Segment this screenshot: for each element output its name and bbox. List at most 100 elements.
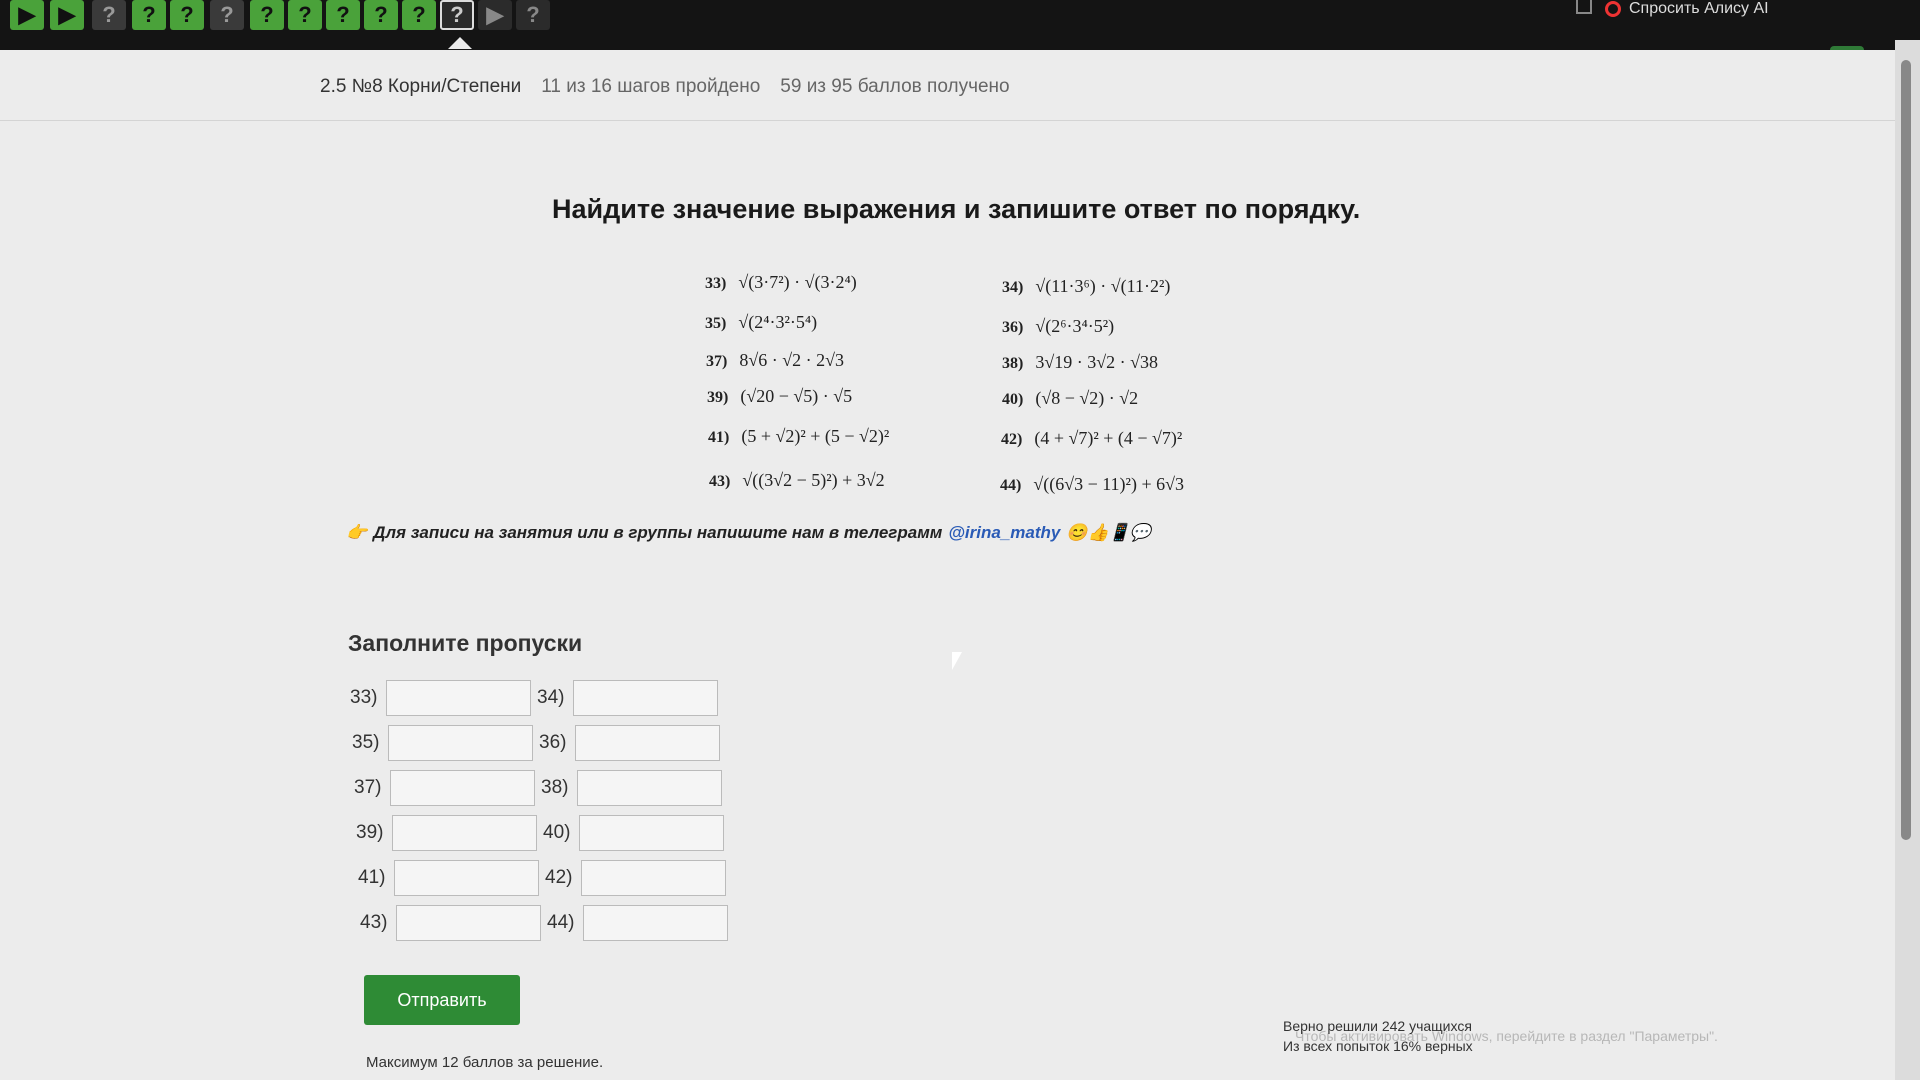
steps-progress: 11 из 16 шагов пройдено — [541, 76, 761, 97]
answer-input-43[interactable] — [396, 905, 541, 941]
answer-input-34[interactable] — [573, 680, 718, 716]
problem-number: 38) — [1002, 355, 1024, 372]
answer-input-35[interactable] — [388, 725, 533, 761]
problem-expression: (5 + √2)² + (5 − √2)² — [741, 426, 890, 446]
answer-label-37: 37) — [354, 777, 382, 798]
problem-expression: 3√19 · 3√2 · √38 — [1035, 352, 1158, 372]
step-3[interactable]: ? — [92, 0, 126, 30]
scrollbar-thumb[interactable] — [1901, 60, 1911, 840]
step-16[interactable]: ? — [516, 0, 550, 30]
telegram-link[interactable]: @irina_mathy — [948, 523, 1060, 543]
pointing-hand-icon: 👉 — [346, 523, 368, 542]
ask-alice-label: Спросить Алису AI — [1629, 0, 1769, 17]
answer-label-36: 36) — [539, 732, 567, 753]
fill-section-title: Заполните пропуски — [348, 630, 583, 656]
problem-35: 35) √(2⁴·3²·5⁴) — [705, 312, 817, 333]
step-play-2[interactable]: ▶ — [50, 0, 84, 30]
problem-40: 40) (√8 − √2) · √2 — [1002, 388, 1138, 409]
problem-36: 36) √(2⁶·3⁴·5²) — [1002, 316, 1114, 337]
solve-stats: Верно решили 242 учащихся Из всех попыто… — [1283, 1016, 1473, 1056]
problem-expression: (√20 − √5) · √5 — [740, 386, 853, 406]
step-8[interactable]: ? — [288, 0, 322, 30]
success-rate: Из всех попыток 16% верных — [1283, 1038, 1473, 1054]
answer-label-38: 38) — [541, 777, 569, 798]
solved-count: Верно решили 242 учащихся — [1283, 1018, 1472, 1034]
answer-row-37-38: 37) 38) — [354, 770, 728, 806]
answer-label-44: 44) — [547, 912, 575, 933]
problem-expression: √(11·3⁶) · √(11·2²) — [1035, 276, 1171, 296]
telegram-note: 👉 Для записи на занятия или в группы нап… — [346, 523, 1151, 543]
problem-44: 44) √((6√3 − 11)²) + 6√3 — [1000, 474, 1184, 495]
answer-label-39: 39) — [356, 822, 384, 843]
bookmark-icon[interactable] — [1576, 0, 1592, 14]
problem-expression: 8√6 · √2 · 2√3 — [739, 350, 844, 370]
task-title: Найдите значение выражения и запишите от… — [552, 194, 1361, 224]
answer-label-42: 42) — [545, 867, 573, 888]
emoji-icons: 😊👍📱💬 — [1066, 523, 1152, 542]
breadcrumb: 2.5 №8 Корни/Степени 11 из 16 шагов прой… — [320, 76, 1010, 98]
answer-input-37[interactable] — [390, 770, 535, 806]
alice-icon — [1605, 1, 1621, 17]
problem-37: 37) 8√6 · √2 · 2√3 — [706, 350, 844, 371]
problem-expression: (√8 − √2) · √2 — [1035, 388, 1139, 408]
step-4[interactable]: ? — [132, 0, 166, 30]
problem-number: 36) — [1002, 319, 1024, 336]
problem-34: 34) √(11·3⁶) · √(11·2²) — [1002, 276, 1170, 297]
step-5[interactable]: ? — [170, 0, 204, 30]
problem-expression: √((6√3 − 11)²) + 6√3 — [1033, 474, 1184, 494]
problem-number: 37) — [706, 353, 728, 370]
step-11[interactable]: ? — [402, 0, 436, 30]
answer-input-36[interactable] — [575, 725, 720, 761]
step-6[interactable]: ? — [210, 0, 244, 30]
answer-label-43: 43) — [360, 912, 388, 933]
problem-number: 43) — [709, 473, 731, 490]
problem-expression: (4 + √7)² + (4 − √7)² — [1034, 428, 1183, 448]
step-play-1[interactable]: ▶ — [10, 0, 44, 30]
answer-input-39[interactable] — [392, 815, 537, 851]
problem-number: 40) — [1002, 391, 1024, 408]
problem-43: 43) √((3√2 − 5)²) + 3√2 — [709, 470, 885, 491]
step-9[interactable]: ? — [326, 0, 360, 30]
problem-expression: √(2⁶·3⁴·5²) — [1035, 316, 1115, 336]
answer-input-38[interactable] — [577, 770, 722, 806]
problem-number: 41) — [708, 429, 730, 446]
answer-input-41[interactable] — [394, 860, 539, 896]
problem-expression: √((3√2 − 5)²) + 3√2 — [742, 470, 885, 490]
step-10[interactable]: ? — [364, 0, 398, 30]
answer-input-42[interactable] — [581, 860, 726, 896]
answer-label-34: 34) — [537, 687, 565, 708]
mouse-cursor-icon — [952, 652, 962, 670]
answer-row-35-36: 35) 36) — [352, 725, 726, 761]
problem-number: 33) — [705, 275, 727, 292]
answer-row-43-44: 43) 44) — [360, 905, 734, 941]
step-7[interactable]: ? — [250, 0, 284, 30]
max-score-note: Максимум 12 баллов за решение. — [366, 1054, 604, 1071]
problem-number: 39) — [707, 389, 729, 406]
step-next-arrow[interactable]: ▶ — [478, 0, 512, 30]
answer-input-33[interactable] — [386, 680, 531, 716]
problem-42: 42) (4 + √7)² + (4 − √7)² — [1001, 428, 1182, 449]
answer-input-40[interactable] — [579, 815, 724, 851]
answer-row-41-42: 41) 42) — [358, 860, 732, 896]
scrollbar[interactable] — [1895, 40, 1920, 1080]
problem-33: 33) √(3·7²) · √(3·2⁴) — [705, 272, 857, 293]
problem-expression: √(2⁴·3²·5⁴) — [738, 312, 818, 332]
problem-39: 39) (√20 − √5) · √5 — [707, 386, 852, 407]
current-step-caret — [448, 37, 472, 49]
problem-number: 42) — [1001, 431, 1023, 448]
submit-button[interactable]: Отправить — [364, 975, 520, 1025]
step-current[interactable]: ? — [440, 0, 474, 30]
ask-alice-button[interactable]: Спросить Алису AI — [1605, 0, 1769, 18]
problem-41: 41) (5 + √2)² + (5 − √2)² — [708, 426, 889, 447]
answer-label-35: 35) — [352, 732, 380, 753]
answer-row-33-34: 33) 34) — [350, 680, 724, 716]
answer-input-44[interactable] — [583, 905, 728, 941]
problem-number: 34) — [1002, 279, 1024, 296]
problem-38: 38) 3√19 · 3√2 · √38 — [1002, 352, 1158, 373]
answer-label-40: 40) — [543, 822, 571, 843]
answer-label-33: 33) — [350, 687, 378, 708]
lesson-title[interactable]: 2.5 №8 Корни/Степени — [320, 76, 521, 98]
problem-number: 35) — [705, 315, 727, 332]
answer-label-41: 41) — [358, 867, 386, 888]
telegram-text: Для записи на занятия или в группы напиш… — [373, 523, 943, 542]
